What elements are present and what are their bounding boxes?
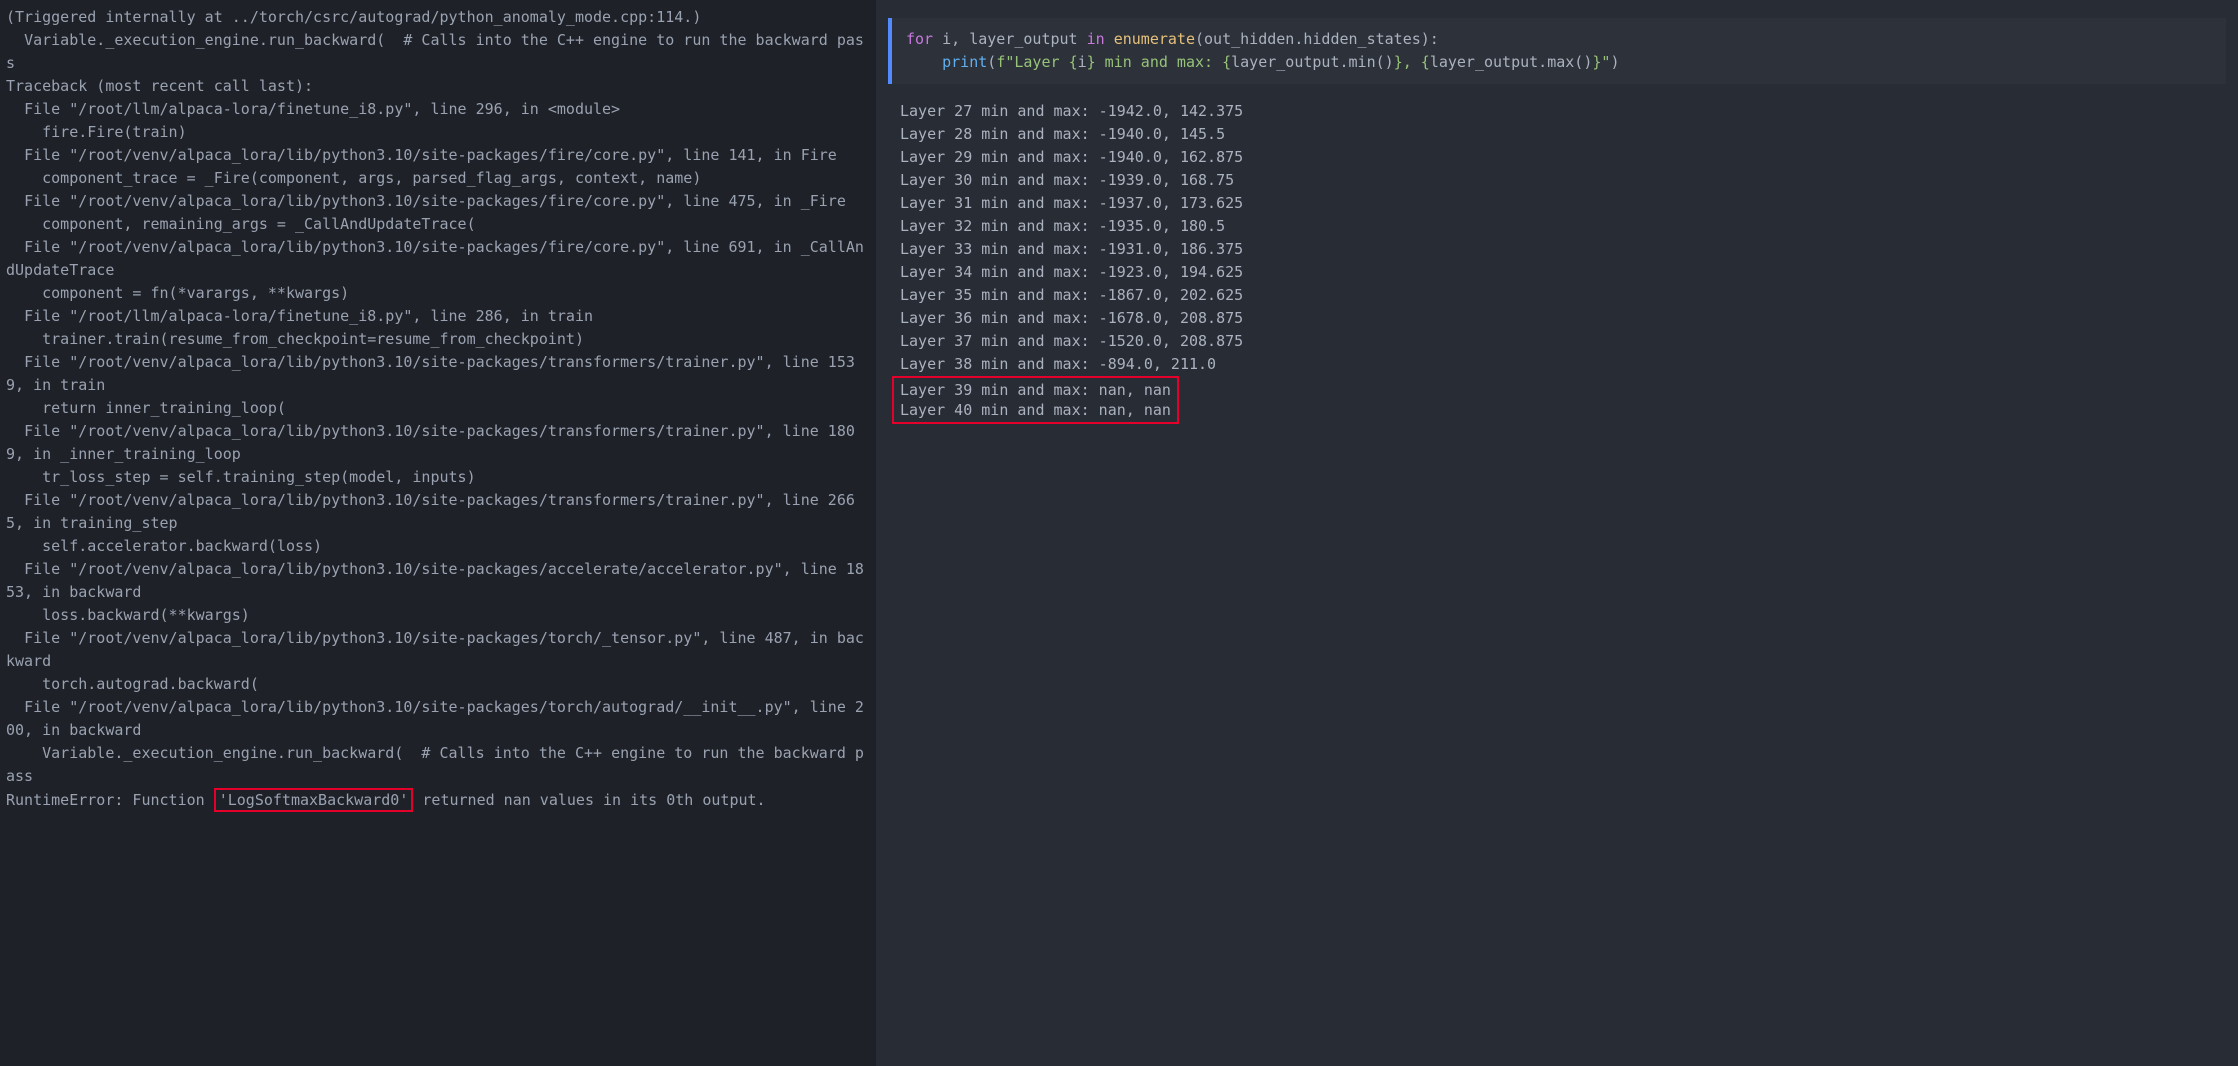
cell-output[interactable]: Layer 27 min and max: -1942.0, 142.375 L… — [876, 94, 2238, 434]
kw-for: for — [906, 30, 933, 48]
notebook-pane: for i, layer_output in enumerate(out_hid… — [876, 0, 2238, 1066]
enum-args: (out_hidden.hidden_states): — [1195, 30, 1439, 48]
terminal-traceback[interactable]: (Triggered internally at ../torch/csrc/a… — [0, 0, 870, 1066]
fstring-start: f"Layer — [996, 53, 1068, 71]
fn-enumerate: enumerate — [1114, 30, 1195, 48]
traceback-body: (Triggered internally at ../torch/csrc/a… — [6, 8, 864, 785]
var-layer-output: , layer_output — [951, 30, 1086, 48]
code-cell[interactable]: for i, layer_output in enumerate(out_hid… — [888, 18, 2226, 84]
fstring-var-i: i — [1078, 53, 1087, 71]
output-normal-lines: Layer 27 min and max: -1942.0, 142.375 L… — [900, 102, 1243, 373]
kw-in: in — [1087, 30, 1105, 48]
fstring-expr-min: layer_output.min() — [1231, 53, 1394, 71]
fstring-mid: min and max: — [1096, 53, 1222, 71]
fn-print: print — [942, 53, 987, 71]
var-i: i — [933, 30, 951, 48]
highlight-logsoftmax: 'LogSoftmaxBackward0' — [214, 788, 414, 812]
fstring-sep: , — [1403, 53, 1421, 71]
runtime-error-suffix: returned nan values in its 0th output. — [413, 791, 765, 809]
fstring-expr-max: layer_output.max() — [1430, 53, 1593, 71]
highlight-nan-layers: Layer 39 min and max: nan, nan Layer 40 … — [892, 376, 1179, 424]
runtime-error-prefix: RuntimeError: Function — [6, 791, 214, 809]
